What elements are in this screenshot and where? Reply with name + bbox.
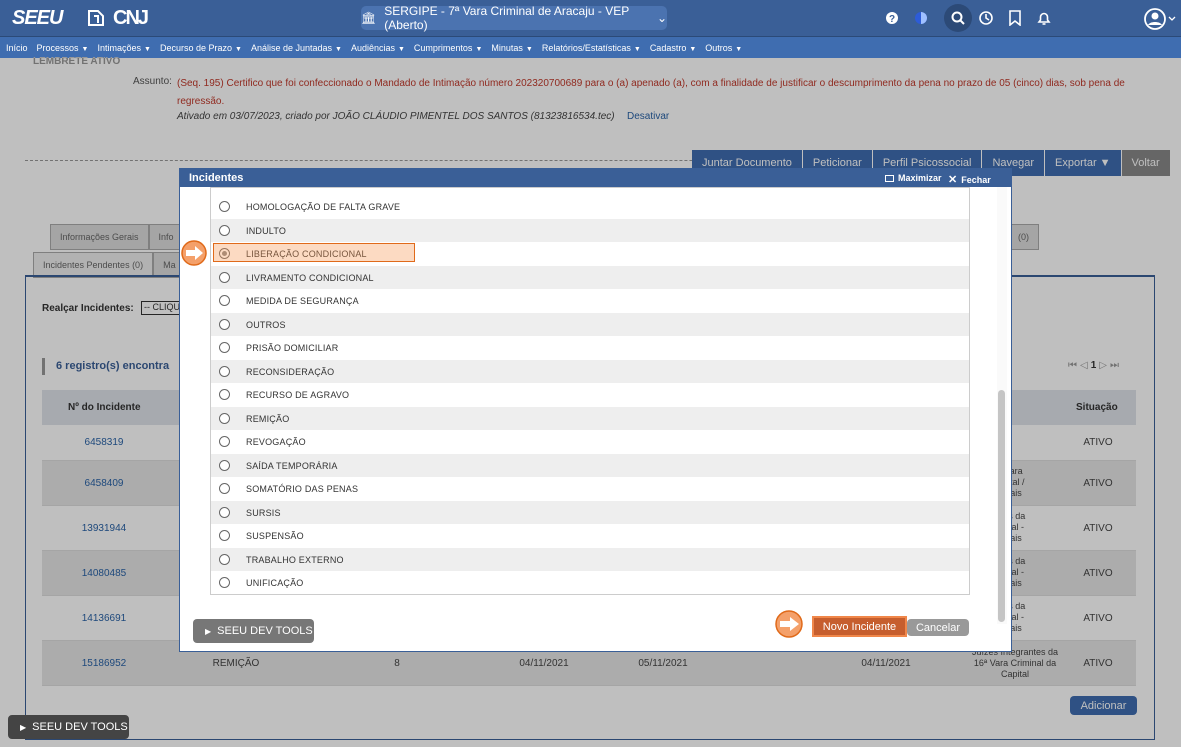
play-icon: ▶ — [20, 722, 27, 732]
bell-icon[interactable] — [1035, 9, 1053, 27]
caret-down-icon: ▼ — [689, 45, 697, 53]
radio-button[interactable] — [219, 342, 230, 353]
caret-down-icon: ▼ — [735, 45, 743, 53]
list-item[interactable]: SUSPENSÃO — [211, 524, 969, 547]
radio-button[interactable] — [219, 272, 230, 283]
list-item[interactable]: PRISÃO DOMICILIAR — [211, 336, 969, 359]
list-item[interactable]: SURSIS — [211, 501, 969, 524]
list-item[interactable]: TRABALHO EXTERNO — [211, 548, 969, 571]
cancelar-button[interactable]: Cancelar — [907, 619, 969, 636]
seeu-logo[interactable]: SEEU — [12, 7, 63, 30]
nav-outros[interactable]: Outros ▼ — [705, 43, 742, 53]
maximize-button[interactable]: Maximizar — [885, 173, 942, 183]
novo-incidente-button[interactable]: Novo Incidente — [812, 616, 907, 637]
cnj-logo: CNJ — [113, 7, 149, 29]
theme-toggle-icon[interactable] — [912, 9, 930, 27]
svg-text:?: ? — [889, 14, 895, 25]
help-icon[interactable]: ? — [883, 9, 901, 27]
pointer-arrow-icon — [181, 240, 207, 266]
radio-button[interactable] — [219, 577, 230, 588]
scrollbar-thumb[interactable] — [998, 390, 1005, 622]
caret-down-icon: ▼ — [144, 45, 151, 53]
modal-title: Incidentes — [189, 172, 244, 184]
list-item[interactable]: REMIÇÃO — [211, 407, 969, 430]
radio-button[interactable] — [219, 319, 230, 330]
nav-relatorios[interactable]: Relatórios/Estatísticas ▼ — [542, 43, 641, 53]
radio-button[interactable] — [219, 436, 230, 447]
main-nav: Início Processos ▼ Intimações ▼ Decurso de… — [0, 37, 1181, 58]
radio-button[interactable] — [219, 295, 230, 306]
list-item[interactable]: UNIFICAÇÃO — [211, 571, 969, 594]
search-icon — [949, 9, 967, 27]
nav-minutas[interactable]: Minutas ▼ — [491, 43, 532, 53]
play-icon: ▶ — [205, 626, 212, 636]
radio-button[interactable] — [219, 201, 230, 212]
radio-button[interactable] — [219, 460, 230, 471]
list-item[interactable]: LIVRAMENTO CONDICIONAL — [211, 266, 969, 289]
dev-tools-button[interactable]: ▶ SEEU DEV TOOLS — [193, 619, 314, 643]
list-item[interactable]: SOMATÓRIO DAS PENAS — [211, 477, 969, 500]
courthouse-icon: 🏛 — [361, 11, 377, 25]
court-label: SERGIPE - 7ª Vara Criminal de Aracaju - … — [384, 4, 629, 32]
nav-inicio[interactable]: Início — [6, 43, 28, 53]
caret-down-icon: ▼ — [335, 45, 342, 53]
selected-highlight — [213, 243, 415, 262]
avatar-icon — [1144, 8, 1176, 30]
radio-button[interactable] — [219, 483, 230, 494]
nav-cumprimentos[interactable]: Cumprimentos ▼ — [414, 43, 482, 53]
maximize-icon — [885, 174, 894, 182]
radio-button[interactable] — [219, 530, 230, 541]
nav-analise[interactable]: Análise de Juntadas ▼ — [251, 43, 342, 53]
caret-down-icon: ▼ — [633, 45, 641, 53]
radio-button[interactable] — [219, 413, 230, 424]
dev-tools-button[interactable]: ▶ SEEU DEV TOOLS — [8, 715, 129, 739]
history-icon[interactable] — [977, 9, 995, 27]
court-selector[interactable]: 🏛 SERGIPE - 7ª Vara Criminal de Aracaju … — [361, 4, 667, 32]
list-item[interactable]: HOMOLOGAÇÃO DE FALTA GRAVE — [211, 195, 969, 218]
caret-down-icon: ▼ — [397, 45, 405, 53]
caret-down-icon: ▼ — [235, 45, 242, 53]
nav-processos[interactable]: Processos ▼ — [37, 43, 89, 53]
nav-intimacoes[interactable]: Intimações ▼ — [97, 43, 150, 53]
nav-decurso[interactable]: Decurso de Prazo ▼ — [160, 43, 242, 53]
radio-button[interactable] — [219, 389, 230, 400]
caret-down-icon: ▼ — [475, 45, 483, 53]
bookmark-icon[interactable] — [1006, 9, 1024, 27]
chevron-down-icon: ⌄ — [656, 11, 667, 25]
list-item[interactable]: INDULTO — [211, 219, 969, 242]
radio-button[interactable] — [219, 554, 230, 565]
caret-down-icon: ▼ — [81, 45, 89, 53]
nav-audiencias[interactable]: Audiências ▼ — [351, 43, 405, 53]
cnj-emblem-icon — [88, 10, 104, 26]
pointer-arrow-icon — [775, 610, 803, 638]
list-item[interactable]: REVOGAÇÃO — [211, 430, 969, 453]
radio-button[interactable] — [219, 366, 230, 377]
nav-cadastro[interactable]: Cadastro ▼ — [650, 43, 696, 53]
list-item[interactable]: RECURSO DE AGRAVO — [211, 383, 969, 406]
list-item[interactable]: OUTROS — [211, 313, 969, 336]
close-button[interactable]: ✕ Fechar — [948, 173, 991, 186]
list-item[interactable]: RECONSIDERAÇÃO — [211, 360, 969, 383]
radio-button[interactable] — [219, 225, 230, 236]
list-item[interactable]: SAÍDA TEMPORÁRIA — [211, 454, 969, 477]
list-item[interactable]: MEDIDA DE SEGURANÇA — [211, 289, 969, 312]
close-icon: ✕ — [948, 174, 958, 186]
radio-button[interactable] — [219, 507, 230, 518]
caret-down-icon: ▼ — [525, 45, 533, 53]
user-menu[interactable] — [1143, 7, 1177, 31]
list-item — [211, 187, 969, 188]
